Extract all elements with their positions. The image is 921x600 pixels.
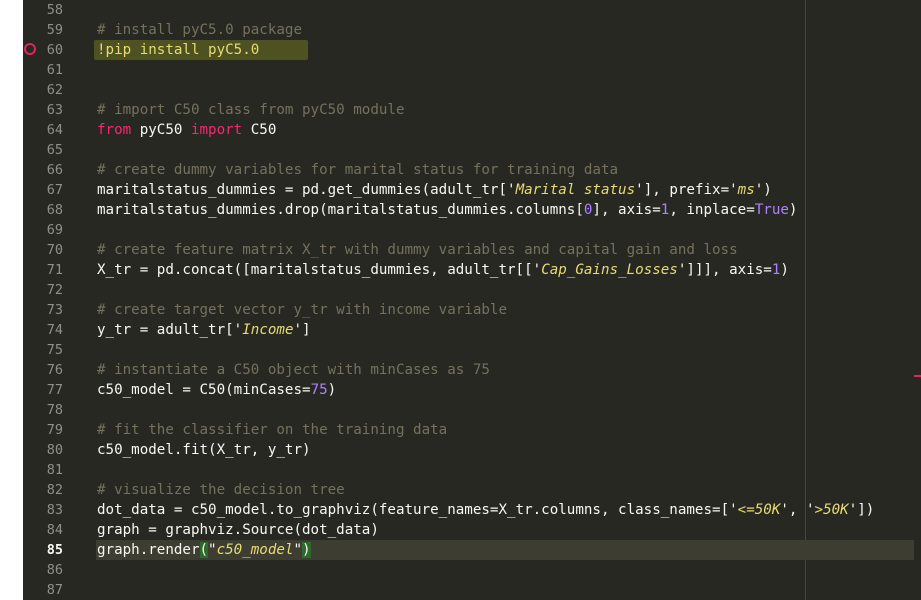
line-number: 60 [46, 42, 63, 58]
line-number: 70 [46, 242, 63, 258]
line-number: 58 [46, 2, 63, 18]
line-number: 72 [46, 282, 63, 298]
code-line[interactable] [78, 60, 921, 80]
code-line[interactable]: # import C50 class from pyC50 module [78, 100, 921, 120]
line-number: 68 [46, 202, 63, 218]
code-line[interactable]: graph = graphviz.Source(dot_data) [78, 520, 921, 540]
code-line[interactable]: # visualize the decision tree [78, 480, 921, 500]
code-line[interactable]: from pyC50 import C50 [78, 120, 921, 140]
code-line[interactable]: c50_model = C50(minCases=75) [78, 380, 921, 400]
line-number: 59 [46, 22, 63, 38]
line-number: 63 [46, 102, 63, 118]
code-line[interactable]: dot_data = c50_model.to_graphviz(feature… [78, 500, 921, 520]
line-number: 86 [46, 562, 63, 578]
line-number: 61 [46, 62, 63, 78]
line-number: 75 [46, 342, 63, 358]
code-line[interactable] [78, 340, 921, 360]
left-panel-edge [0, 0, 23, 600]
code-line[interactable]: X_tr = pd.concat([maritalstatus_dummies,… [78, 260, 921, 280]
line-number: 64 [46, 122, 63, 138]
code-line[interactable] [78, 280, 921, 300]
code-line[interactable] [78, 0, 921, 20]
line-number: 62 [46, 82, 63, 98]
line-number: 83 [46, 502, 63, 518]
line-number: 73 [46, 302, 63, 318]
code-line[interactable] [78, 580, 921, 600]
code-line[interactable] [78, 460, 921, 480]
code-line[interactable]: # instantiate a C50 object with minCases… [78, 360, 921, 380]
line-number: 66 [46, 162, 63, 178]
code-editor[interactable]: # install pyC5.0 package !pip install pyC… [78, 0, 921, 600]
code-line[interactable]: !pip install pyC5.0 [78, 40, 921, 60]
code-line[interactable]: # create feature matrix X_tr with dummy … [78, 240, 921, 260]
line-number: 76 [46, 362, 63, 378]
line-number: 71 [46, 262, 63, 278]
line-number: 74 [46, 322, 63, 338]
line-number: 77 [46, 382, 63, 398]
line-number: 65 [46, 142, 63, 158]
code-line[interactable]: maritalstatus_dummies = pd.get_dummies(a… [78, 180, 921, 200]
code-line[interactable]: y_tr = adult_tr['Income'] [78, 320, 921, 340]
code-line[interactable]: c50_model.fit(X_tr, y_tr) [78, 440, 921, 460]
line-number: 85 [46, 542, 63, 558]
code-line[interactable] [78, 560, 921, 580]
line-number: 69 [46, 222, 63, 238]
code-line[interactable]: maritalstatus_dummies.drop(maritalstatus… [78, 200, 921, 220]
line-number: 84 [46, 522, 63, 538]
line-number: 81 [46, 462, 63, 478]
code-line[interactable]: graph.render("c50_model") [78, 540, 921, 560]
line-number: 78 [46, 402, 63, 418]
code-line[interactable]: # create dummy variables for marital sta… [78, 160, 921, 180]
code-line[interactable] [78, 140, 921, 160]
code-line[interactable] [78, 220, 921, 240]
line-number: 79 [46, 422, 63, 438]
code-line[interactable] [78, 80, 921, 100]
line-number: 82 [46, 482, 63, 498]
line-number: 87 [46, 582, 63, 598]
line-number: 80 [46, 442, 63, 458]
code-line[interactable] [78, 400, 921, 420]
line-number: 67 [46, 182, 63, 198]
code-line[interactable]: # install pyC5.0 package [78, 20, 921, 40]
code-line[interactable]: # create target vector y_tr with income … [78, 300, 921, 320]
code-line[interactable]: # fit the classifier on the training dat… [78, 420, 921, 440]
